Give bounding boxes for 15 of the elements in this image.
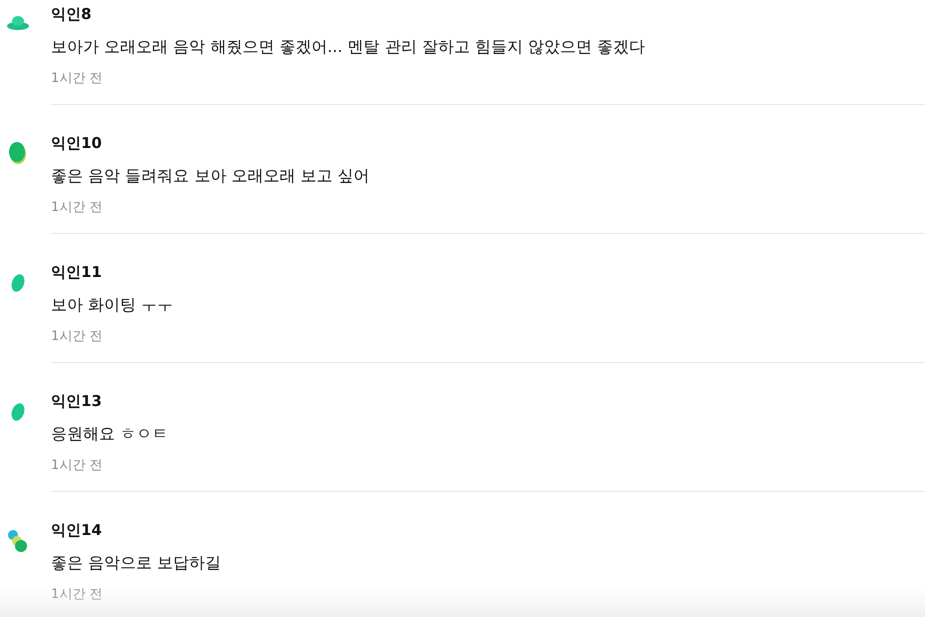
comment-text: 보아 화이팅 ㅜㅜ xyxy=(51,294,174,316)
author-name: 익인8 xyxy=(51,5,92,23)
comment-text: 좋은 음악 들려줘요 보아 오래오래 보고 싶어 xyxy=(51,165,371,187)
comment-time: 1시간 전 xyxy=(51,458,104,474)
comment-time: 1시간 전 xyxy=(51,587,104,603)
author-name: 익인14 xyxy=(51,521,103,539)
comment-text: 보아가 오래오래 음악 해줬으면 좋겠어... 멘탈 관리 잘하고 힘들지 않았으면 좋겠다 xyxy=(51,36,646,58)
comment-text: 응원해요 ㅎㅇㅌ xyxy=(51,423,170,445)
comment-time: 1시간 전 xyxy=(51,71,104,87)
comment-time: 1시간 전 xyxy=(51,329,104,345)
comment-text: 좋은 음악으로 보답하길 xyxy=(51,552,222,574)
comment-time: 1시간 전 xyxy=(51,200,104,216)
author-name: 익인10 xyxy=(51,134,103,152)
author-name: 익인13 xyxy=(51,392,103,410)
author-name: 익인11 xyxy=(51,263,103,281)
